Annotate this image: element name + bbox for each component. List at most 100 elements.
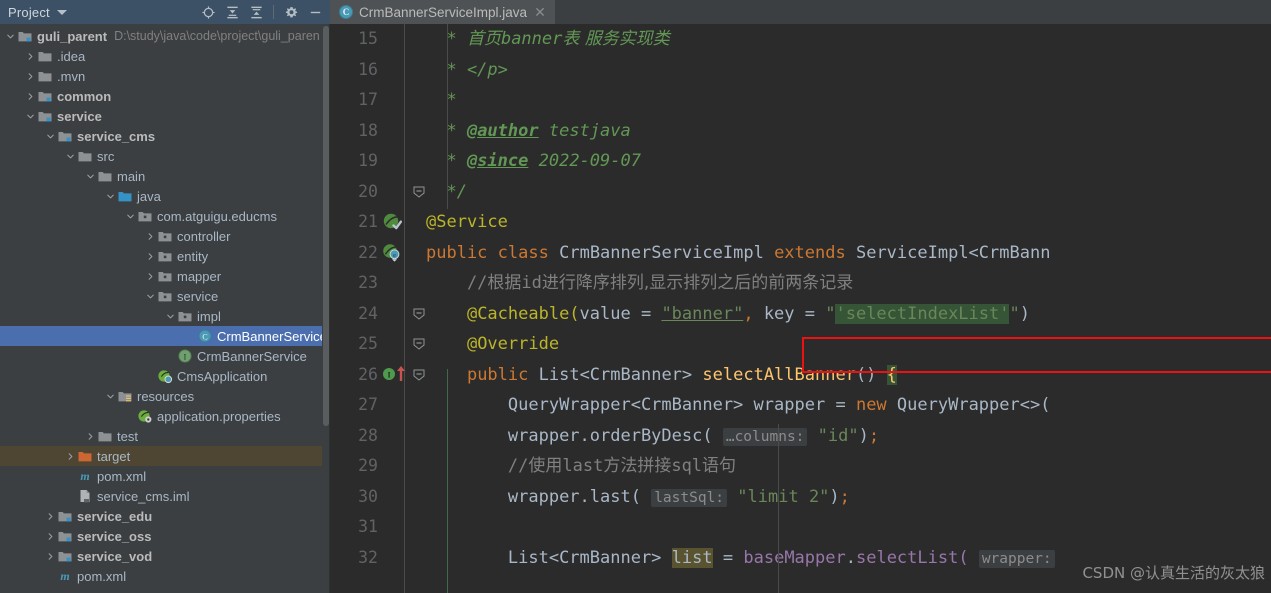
chevron-right-icon[interactable]: [44, 551, 57, 562]
tree-item-crmbannerserviceimpl[interactable]: C CrmBannerServiceImpl: [0, 326, 330, 346]
minimize-icon[interactable]: [304, 1, 326, 23]
package-icon: [137, 208, 153, 224]
editor-line-25[interactable]: 25 @Override: [330, 329, 1271, 360]
code-text: wrapper.orderByDesc( …columns: "id");: [507, 425, 880, 446]
project-panel-title[interactable]: Project: [8, 5, 50, 20]
tree-item-mvn[interactable]: .mvn: [0, 66, 330, 86]
chevron-down-icon[interactable]: [104, 191, 117, 202]
editor-line-24[interactable]: 24 @Cacheable(value = "banner", key = "'…: [330, 299, 1271, 330]
editor-line-29[interactable]: 29 //使用last方法拼接sql语句: [330, 451, 1271, 482]
resources-folder-icon: [117, 388, 133, 404]
tree-item-label: test: [117, 428, 138, 444]
tree-item-label: CmsApplication: [177, 368, 268, 384]
folder-icon: [37, 68, 53, 84]
editor-line-16[interactable]: 16 * </p>: [330, 55, 1271, 86]
tree-item-cmsapplication[interactable]: CmsApplication: [0, 366, 330, 386]
tree-item-src[interactable]: src: [0, 146, 330, 166]
chevron-down-icon[interactable]: [164, 311, 177, 322]
tree-item-service[interactable]: service: [0, 286, 330, 306]
watermark-text: CSDN @认真生活的灰太狼: [1082, 564, 1265, 582]
chevron-right-icon[interactable]: [84, 431, 97, 442]
tree-item-service-oss[interactable]: service_oss: [0, 526, 330, 546]
code-text: //使用last方法拼接sql语句: [507, 456, 737, 476]
chevron-right-icon[interactable]: [44, 531, 57, 542]
tree-item-main[interactable]: main: [0, 166, 330, 186]
tree-item-service-cms[interactable]: service_cms: [0, 126, 330, 146]
chevron-right-icon[interactable]: [24, 51, 37, 62]
tree-item-guli-parent[interactable]: guli_parent D:\study\java\code\project\gu…: [0, 26, 330, 46]
tree-item-com-atguigu-educms[interactable]: com.atguigu.educms: [0, 206, 330, 226]
chevron-right-icon[interactable]: [24, 91, 37, 102]
tree-item-mapper[interactable]: mapper: [0, 266, 330, 286]
chevron-right-icon[interactable]: [64, 451, 77, 462]
tree-item-service[interactable]: service: [0, 106, 330, 126]
gear-icon[interactable]: [280, 1, 302, 23]
editor-line-30[interactable]: 30 wrapper.last( lastSql: "limit 2");: [330, 482, 1271, 513]
line-number: 32: [358, 547, 378, 567]
close-icon[interactable]: ✕: [533, 5, 547, 19]
chevron-down-icon[interactable]: [104, 391, 117, 402]
chevron-right-icon[interactable]: [144, 251, 157, 262]
package-icon: [157, 288, 173, 304]
chevron-right-icon[interactable]: [44, 511, 57, 522]
tree-item-service-vod[interactable]: service_vod: [0, 546, 330, 566]
editor-line-21[interactable]: 21 @Service: [330, 207, 1271, 238]
editor-line-15[interactable]: 15 * 首页banner表 服务实现类: [330, 24, 1271, 55]
tree-item-impl[interactable]: impl: [0, 306, 330, 326]
line-number: 28: [358, 425, 378, 445]
editor-line-27[interactable]: 27 QueryWrapper<CrmBanner> wrapper = new…: [330, 390, 1271, 421]
spring-bean-icon[interactable]: [382, 211, 404, 233]
chevron-down-icon[interactable]: [144, 291, 157, 302]
tree-item-pom-xml[interactable]: m pom.xml: [0, 566, 330, 586]
editor-line-19[interactable]: 19 * @since 2022-09-07: [330, 146, 1271, 177]
tree-item-common[interactable]: common: [0, 86, 330, 106]
code-text: * @author testjava: [446, 120, 631, 141]
chevron-right-icon[interactable]: [24, 71, 37, 82]
locate-target-icon[interactable]: [197, 1, 219, 23]
chevron-right-icon[interactable]: [144, 231, 157, 242]
tree-item-entity[interactable]: entity: [0, 246, 330, 266]
chevron-down-icon[interactable]: [44, 131, 57, 142]
chevron-down-icon[interactable]: [64, 151, 77, 162]
editor-line-23[interactable]: 23 //根据id进行降序排列,显示排列之后的前两条记录: [330, 268, 1271, 299]
source-folder-icon: [117, 188, 133, 204]
implements-override-icon[interactable]: I: [382, 364, 405, 386]
line-number: 15: [358, 29, 378, 48]
expand-all-icon[interactable]: [221, 1, 243, 23]
line-number: 31: [358, 517, 378, 536]
editor-line-17[interactable]: 17 *: [330, 85, 1271, 116]
code-text: QueryWrapper<CrmBanner> wrapper = new Qu…: [507, 395, 1051, 415]
tree-item-java[interactable]: java: [0, 186, 330, 206]
chevron-right-icon[interactable]: [144, 271, 157, 282]
tree-item-idea[interactable]: .idea: [0, 46, 330, 66]
tree-item-pom-xml[interactable]: m pom.xml: [0, 466, 330, 486]
line-number: 18: [358, 120, 378, 140]
editor-line-26[interactable]: 26 I public List<CrmBanner> selectAllBann…: [330, 360, 1271, 391]
code-editor[interactable]: 15 * 首页banner表 服务实现类 16 * </p> 17 * 18 * @a…: [330, 24, 1271, 593]
tree-item-test[interactable]: test: [0, 426, 330, 446]
tree-item-application-properties[interactable]: application.properties: [0, 406, 330, 426]
editor-tab-crmbannerserviceimpl[interactable]: C CrmBannerServiceImpl.java ✕: [330, 0, 555, 24]
chevron-down-icon[interactable]: [124, 211, 137, 222]
editor-line-22[interactable]: 22 e public class CrmBannerServiceImpl ext…: [330, 238, 1271, 269]
tree-item-service-cms-iml[interactable]: service_cms.iml: [0, 486, 330, 506]
line-number: 30: [358, 486, 378, 506]
chevron-down-icon[interactable]: [84, 171, 97, 182]
tree-item-service-edu[interactable]: service_edu: [0, 506, 330, 526]
chevron-down-icon[interactable]: [24, 111, 37, 122]
editor-line-20[interactable]: 20 */: [330, 177, 1271, 208]
tree-item-resources[interactable]: resources: [0, 386, 330, 406]
chevron-down-icon[interactable]: [56, 9, 67, 15]
chevron-down-icon[interactable]: [4, 31, 17, 42]
editor-line-28[interactable]: 28 wrapper.orderByDesc( …columns: "id");: [330, 421, 1271, 452]
tree-item-label: application.properties: [157, 408, 281, 424]
editor-line-31[interactable]: 31: [330, 512, 1271, 543]
tree-item-controller[interactable]: controller: [0, 226, 330, 246]
tree-item-label: service_edu: [77, 508, 153, 524]
spring-bean-e-icon[interactable]: e: [382, 242, 404, 264]
tree-item-target[interactable]: target: [0, 446, 330, 466]
collapse-all-icon[interactable]: [245, 1, 267, 23]
editor-line-18[interactable]: 18 * @author testjava: [330, 116, 1271, 147]
tree-item-crmbannerservice[interactable]: I CrmBannerService: [0, 346, 330, 366]
line-number: 22: [358, 242, 378, 262]
